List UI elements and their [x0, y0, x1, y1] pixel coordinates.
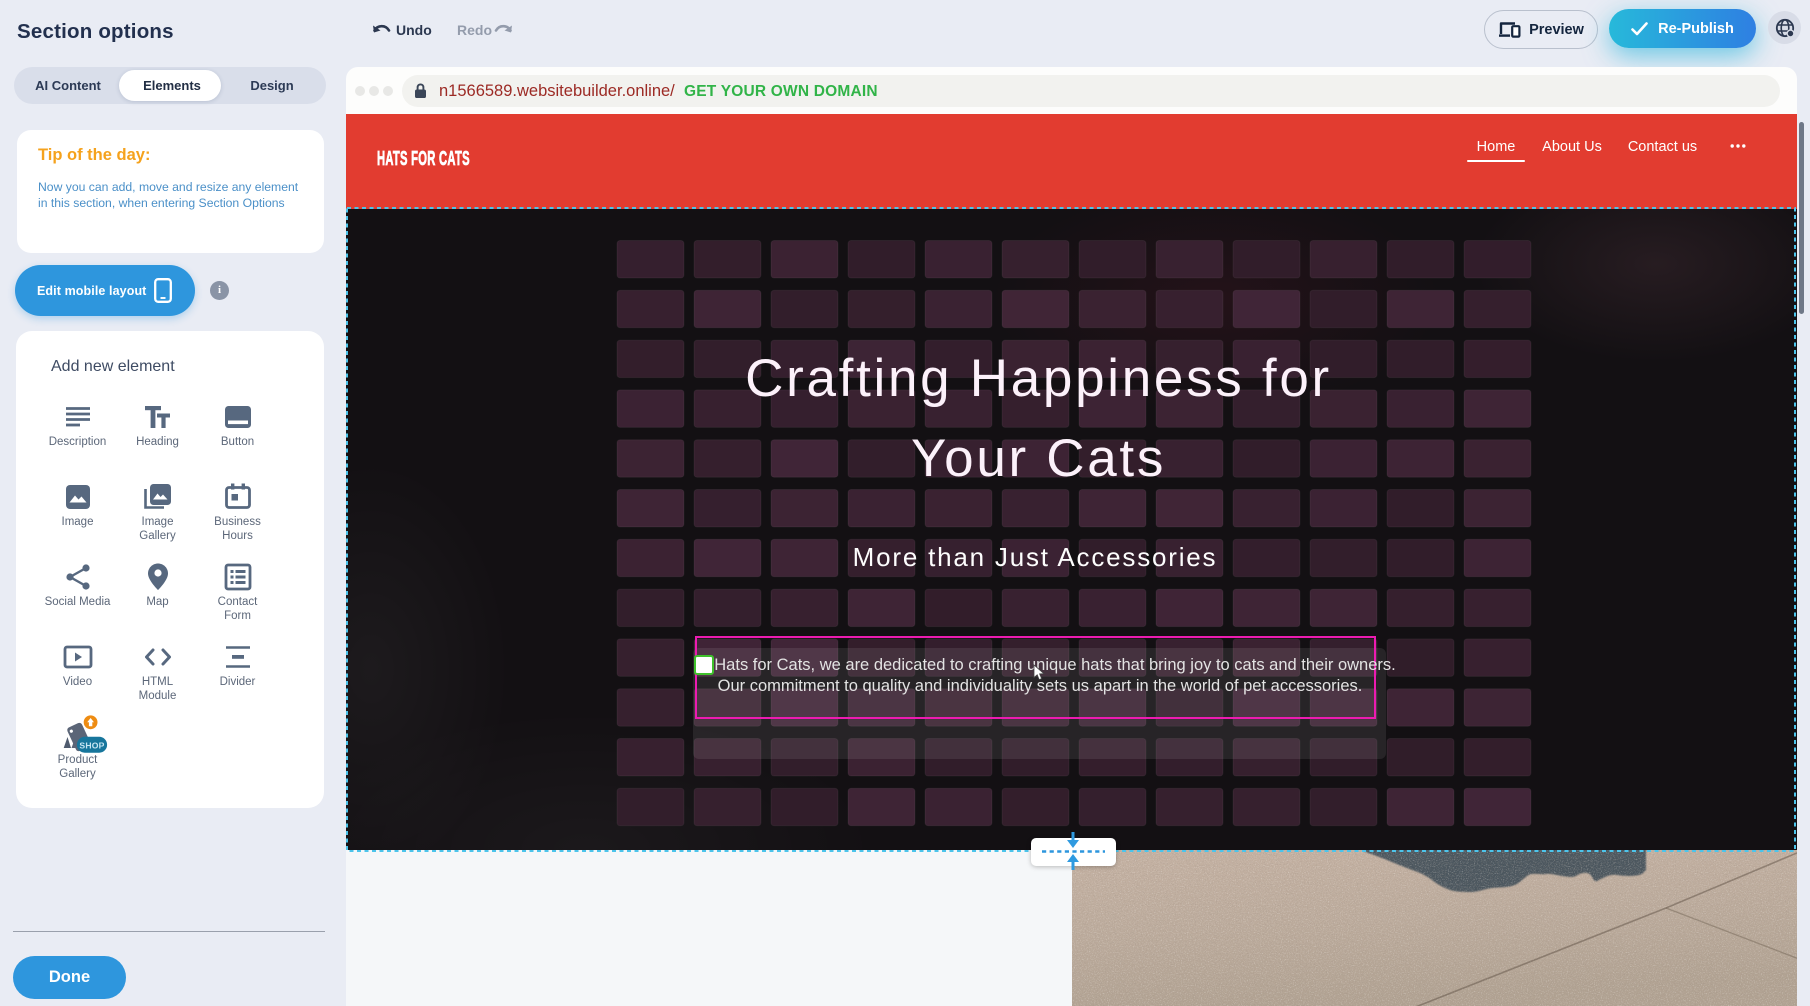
svg-text:SHOP: SHOP [79, 740, 104, 750]
